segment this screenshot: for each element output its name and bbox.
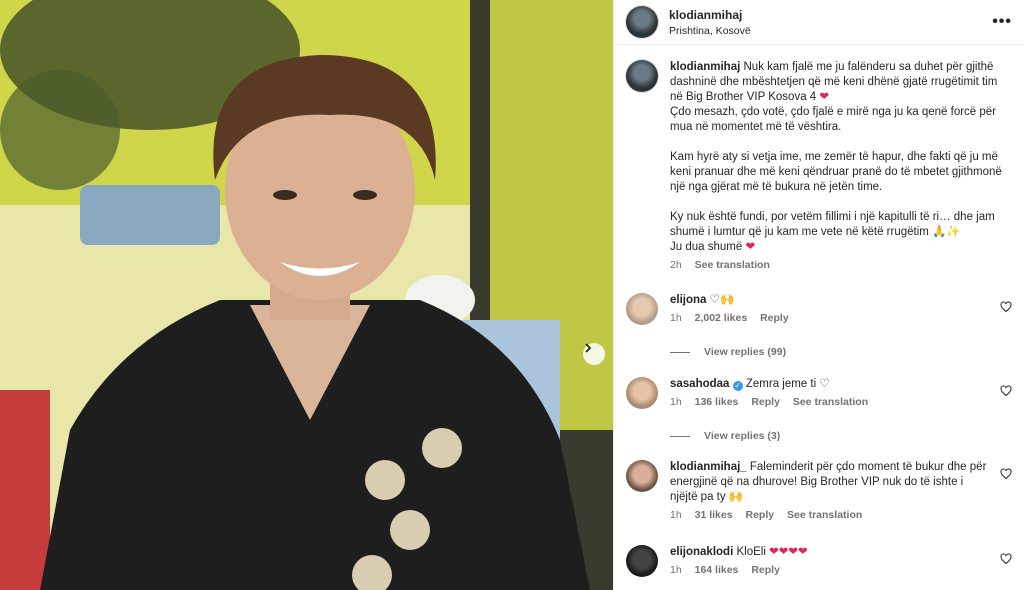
heart-outline-icon[interactable] (1000, 301, 1012, 313)
more-icon[interactable]: ••• (992, 13, 1012, 31)
reply-button[interactable]: Reply (745, 509, 774, 521)
post-side-panel: klodianmihaj Prishtina, Kosovë ••• klodi… (613, 0, 1024, 590)
see-translation-button[interactable]: See translation (695, 259, 770, 271)
heart-outline-icon[interactable] (1000, 385, 1012, 397)
comment-avatar[interactable] (626, 293, 658, 325)
caption: klodianmihaj Nuk kam fjalë me ju falënde… (626, 60, 1012, 280)
next-photo-button[interactable] (583, 343, 605, 365)
comment-likes[interactable]: 136 likes (695, 396, 739, 408)
comment-likes[interactable]: 31 likes (695, 509, 733, 521)
reply-button[interactable]: Reply (760, 312, 789, 324)
see-translation-button[interactable]: See translation (793, 396, 868, 408)
post-header: klodianmihaj Prishtina, Kosovë ••• (614, 0, 1024, 45)
comment-username[interactable]: elijonaklodi (670, 546, 733, 558)
view-replies-label: View replies (3) (704, 430, 781, 442)
heart-outline-emoji: ♡🙌 (709, 294, 735, 306)
comment-username[interactable]: klodianmihaj_ (670, 461, 747, 473)
heart-outline-icon[interactable] (1000, 553, 1012, 565)
see-translation-button[interactable]: See translation (787, 509, 862, 521)
heart-outline-emoji: ♡ (819, 378, 830, 390)
caption-line-3: Kam hyrë aty si vetja ime, me zemër të h… (670, 151, 1002, 193)
comment-time: 1h (670, 312, 682, 324)
photo-illustration (0, 0, 613, 590)
next-arrow-icon (585, 343, 592, 353)
verified-icon: ✓ (732, 381, 743, 391)
comment-item: sasahodaa ✓ Zemra jeme ti ♡ 1h 136 likes… (626, 377, 1012, 417)
post-location[interactable]: Prishtina, Kosovë (669, 25, 751, 37)
pray-emoji: 🙏✨ (932, 226, 961, 238)
comment-avatar[interactable] (626, 377, 658, 409)
comment-time: 1h (670, 509, 682, 521)
view-replies-button[interactable]: View replies (99) (670, 346, 786, 358)
comment-likes[interactable]: 2,002 likes (695, 312, 748, 324)
comment-avatar[interactable] (626, 460, 658, 492)
comment-item: elijona ♡🙌 1h 2,002 likes Reply (626, 293, 1012, 333)
comment-item: klodianmihaj_ Faleminderit për çdo momen… (626, 460, 1012, 532)
comment-time: 1h (670, 396, 682, 408)
caption-line-5: Ju dua shumë (670, 241, 743, 253)
heart-red-icon: ❤ (745, 241, 756, 253)
comment-item: elijonaklodi KloEli ❤❤❤❤ 1h 164 likes Re… (626, 545, 1012, 585)
heart-red-icon: ❤❤❤❤ (769, 546, 808, 558)
comment-time: 1h (670, 564, 682, 576)
caption-line-2: Çdo mesazh, çdo votë, çdo fjalë e mirë n… (670, 106, 997, 133)
reply-button[interactable]: Reply (751, 564, 780, 576)
reply-button[interactable]: Reply (751, 396, 780, 408)
post-photo[interactable] (0, 0, 613, 590)
caption-avatar[interactable] (626, 60, 658, 92)
comment-username[interactable]: elijona (670, 294, 706, 306)
comment-avatar[interactable] (626, 545, 658, 577)
author-avatar[interactable] (626, 6, 658, 38)
comment-username[interactable]: sasahodaa (670, 378, 729, 390)
comment-likes[interactable]: 164 likes (695, 564, 739, 576)
comment-text: KloEli (736, 546, 766, 558)
heart-red-icon: ❤ (819, 91, 830, 103)
view-replies-label: View replies (99) (704, 346, 787, 358)
author-username[interactable]: klodianmihaj (669, 8, 751, 22)
hands-emoji: 🙌 (728, 491, 744, 503)
view-replies-button[interactable]: View replies (3) (670, 430, 780, 442)
heart-outline-icon[interactable] (1000, 468, 1012, 480)
comment-text: Zemra jeme ti (745, 378, 817, 390)
caption-username[interactable]: klodianmihaj (670, 61, 740, 73)
caption-time: 2h (670, 259, 682, 271)
